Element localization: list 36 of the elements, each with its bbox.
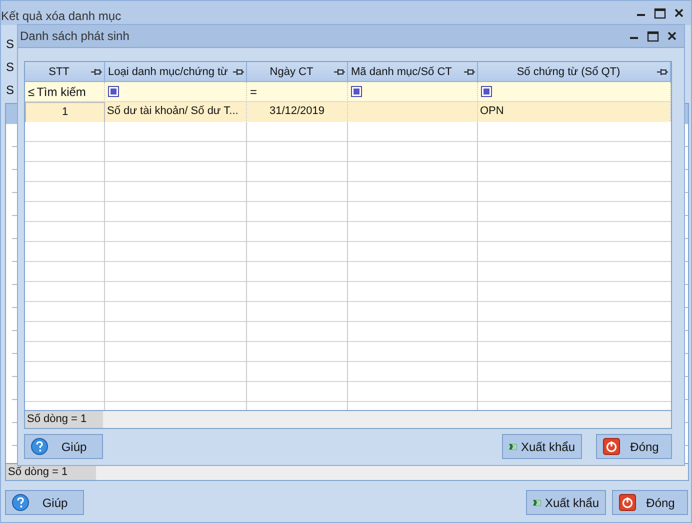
table-row[interactable]: 1 Số dư tài khoản/ Số dư T... 31/12/2019 OPN (25, 102, 671, 122)
table-cell: 1 (62, 106, 68, 118)
filter-operator[interactable]: = (250, 84, 258, 98)
power-icon (619, 494, 636, 511)
table-cell: Số dư tài khoản/ Số dư T... (107, 105, 238, 117)
filter-condition-icon[interactable] (481, 86, 492, 97)
table-cell: 31/12/2019 (269, 105, 325, 117)
filter-condition-icon[interactable] (108, 86, 119, 97)
close-button[interactable]: Đóng (612, 490, 688, 515)
dialog-title: Danh sách phát sinh (20, 29, 130, 43)
table-cell: OPN (480, 105, 504, 117)
close-icon[interactable] (674, 8, 684, 18)
maximize-icon[interactable] (647, 30, 659, 42)
field-label: S (6, 37, 14, 52)
help-button[interactable]: Giúp (24, 434, 103, 459)
field-label: S (6, 83, 14, 98)
pin-icon[interactable] (657, 68, 668, 76)
row-count: Số dòng = 1 (25, 411, 103, 428)
filter-condition-icon[interactable] (351, 86, 362, 97)
filter-operator[interactable]: ≤ (28, 84, 35, 98)
export-button[interactable]: Xuất khẩu (502, 434, 582, 459)
help-button[interactable]: Giúp (5, 490, 84, 515)
help-icon (31, 438, 48, 455)
pin-icon[interactable] (233, 68, 244, 76)
field-label: S (6, 60, 14, 75)
power-icon (603, 438, 620, 455)
close-button[interactable]: Đóng (596, 434, 672, 459)
export-button[interactable]: Xuất khẩu (526, 490, 606, 515)
pin-icon[interactable] (91, 68, 102, 76)
close-icon[interactable] (667, 31, 677, 41)
pin-icon[interactable] (464, 68, 475, 76)
pin-icon[interactable] (334, 68, 345, 76)
search-field[interactable]: Tìm kiếm (36, 84, 97, 98)
window-title: Kết quả xóa danh mục (1, 8, 122, 23)
maximize-icon[interactable] (654, 8, 666, 18)
help-icon (12, 494, 29, 511)
